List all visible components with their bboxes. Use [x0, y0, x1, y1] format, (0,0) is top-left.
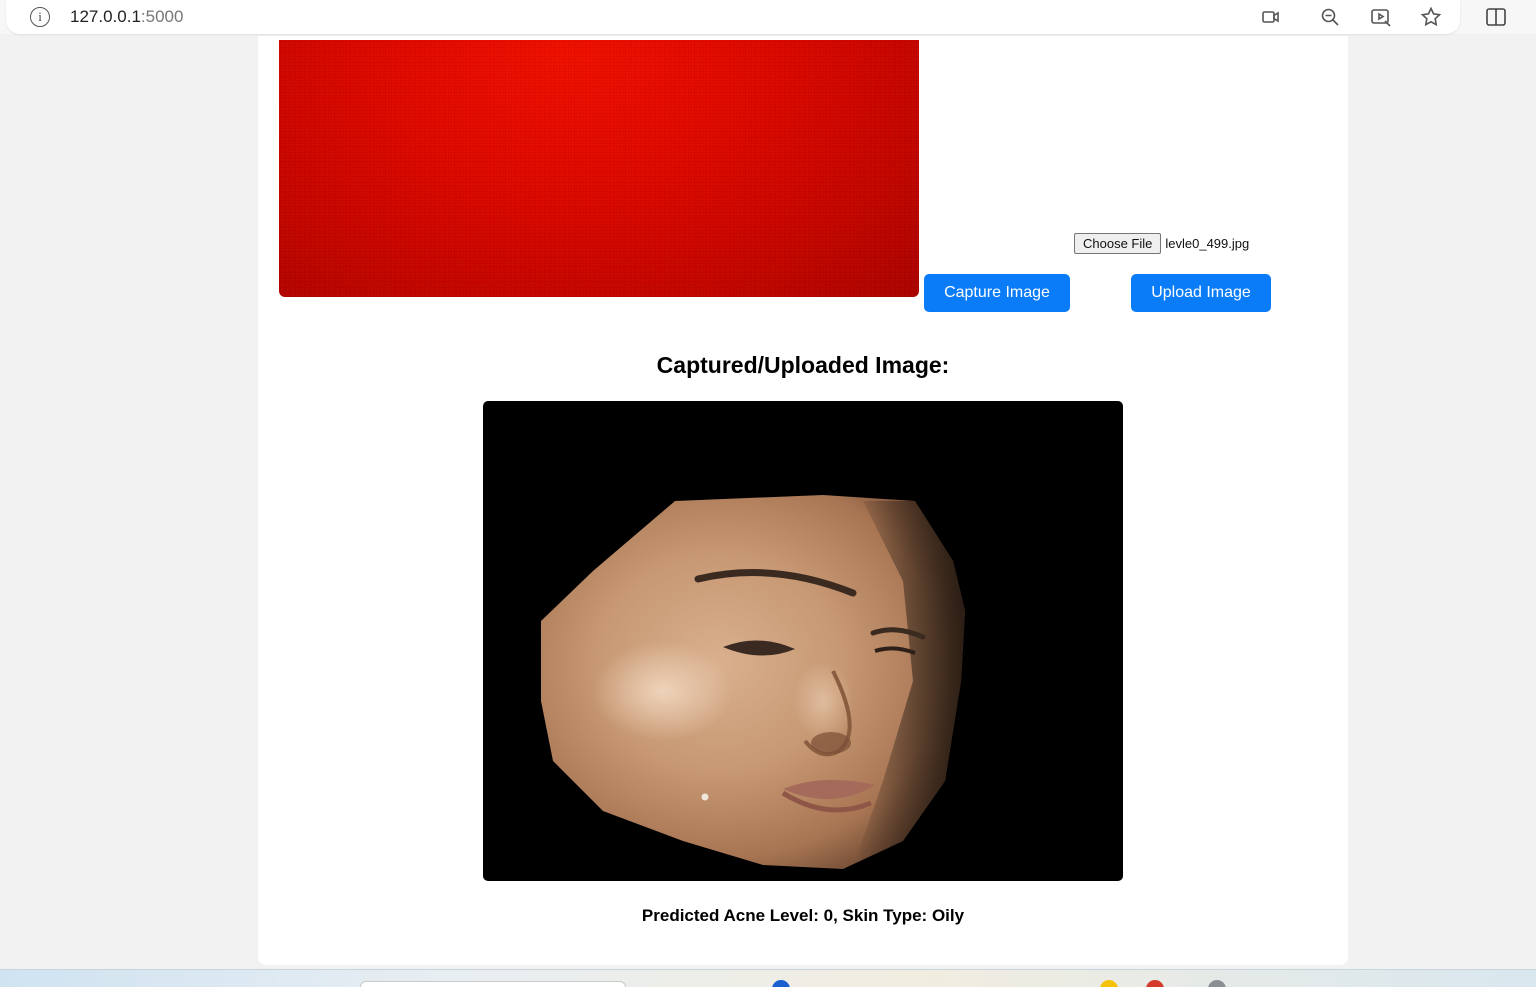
- taskbar-search-box[interactable]: [360, 981, 626, 987]
- capture-image-button[interactable]: Capture Image: [924, 274, 1070, 312]
- selected-file-name: levle0_499.jpg: [1165, 236, 1250, 251]
- split-screen-icon[interactable]: [1484, 5, 1508, 29]
- url-text[interactable]: 127.0.0.1:5000: [70, 7, 183, 27]
- file-input[interactable]: Choose File levle0_499.jpg: [1074, 233, 1249, 254]
- taskbar-app-icon[interactable]: [772, 980, 790, 987]
- cast-icon[interactable]: [1369, 5, 1393, 29]
- address-bar[interactable]: i 127.0.0.1:5000: [6, 0, 1460, 34]
- uploaded-face-image: [483, 401, 1123, 881]
- result-heading: Captured/Uploaded Image:: [656, 352, 950, 378]
- url-host: 127.0.0.1: [70, 7, 141, 26]
- url-port: :5000: [140, 7, 184, 26]
- taskbar-app-icon[interactable]: [1208, 980, 1226, 987]
- taskbar-app-icon[interactable]: [1100, 980, 1118, 987]
- os-taskbar: [0, 969, 1536, 987]
- star-icon[interactable]: [1419, 5, 1443, 29]
- browser-toolbar: i 127.0.0.1:5000: [0, 0, 1536, 34]
- upload-image-button[interactable]: Upload Image: [1131, 274, 1271, 312]
- choose-file-button[interactable]: Choose File: [1074, 233, 1162, 254]
- info-icon[interactable]: i: [30, 7, 50, 27]
- video-camera-icon[interactable]: [1259, 5, 1283, 29]
- prediction-result: Predicted Acne Level: 0, Skin Type: Oily: [641, 906, 965, 925]
- taskbar-app-icon[interactable]: [1146, 980, 1164, 987]
- zoom-out-icon[interactable]: [1318, 5, 1342, 29]
- camera-preview: [279, 40, 919, 297]
